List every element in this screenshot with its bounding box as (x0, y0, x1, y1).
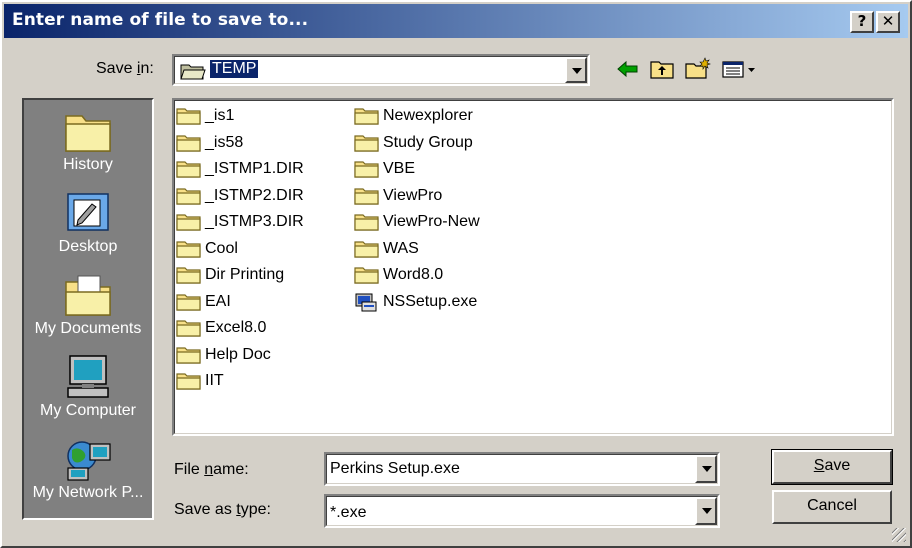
place-label: History (63, 156, 113, 173)
folder-icon (354, 214, 379, 231)
place-history[interactable]: History (24, 108, 152, 174)
folder-icon (176, 214, 201, 231)
save-as-type-dropdown[interactable]: *.exe (324, 494, 720, 528)
close-button[interactable]: ✕ (876, 11, 900, 33)
folder-item[interactable]: _ISTMP3.DIR (176, 210, 304, 234)
folder-icon (176, 293, 201, 311)
folder-item[interactable]: Help Doc (176, 343, 271, 367)
folder-item[interactable]: VBE (354, 157, 415, 181)
folder-label: VBE (383, 160, 416, 177)
folder-label: Excel8.0 (205, 319, 267, 336)
folder-icon (176, 373, 201, 390)
folder-item[interactable]: Study Group (354, 131, 473, 155)
place-label: My Documents (34, 320, 142, 337)
folder-item[interactable]: _is1 (176, 104, 234, 128)
title-bar[interactable]: Enter name of file to save to... ? ✕ (4, 4, 908, 38)
folder-item[interactable]: Cool (176, 237, 238, 261)
cancel-button[interactable]: Cancel (772, 490, 892, 524)
place-label: My Computer (39, 402, 137, 419)
folder-item[interactable]: ViewPro (354, 184, 442, 208)
place-desktop[interactable]: Desktop (24, 190, 152, 256)
place-label: My Network P... (32, 484, 144, 501)
save-in-label: Save in: (96, 60, 154, 77)
save-in-dropdown-arrow[interactable] (565, 57, 587, 83)
network-places-icon (67, 441, 111, 481)
folder-label: ViewPro (383, 186, 443, 204)
view-menu-icon[interactable] (720, 56, 764, 82)
folder-item[interactable]: IIT (176, 369, 224, 393)
folder-label: IIT (205, 372, 224, 389)
history-folder-icon (65, 115, 111, 152)
folder-icon (176, 267, 201, 284)
folder-icon (176, 320, 201, 337)
new-folder-icon[interactable] (684, 56, 712, 82)
folder-label: ViewPro-New (383, 213, 480, 230)
folder-label: Word8.0 (383, 266, 444, 283)
folder-item[interactable]: Excel8.0 (176, 316, 266, 340)
folder-item[interactable]: Word8.0 (354, 263, 443, 287)
folder-label: _ISTMP2.DIR (205, 186, 304, 204)
folder-label: Study Group (383, 133, 473, 151)
folder-icon (354, 108, 379, 125)
folder-label: _is1 (205, 107, 235, 124)
folder-item[interactable]: _is58 (176, 131, 243, 155)
file-label: NSSetup.exe (383, 293, 478, 310)
save-button[interactable]: Save (771, 449, 893, 485)
folder-label: _ISTMP3.DIR (205, 213, 304, 230)
file-name-dropdown-arrow[interactable] (695, 455, 717, 483)
back-arrow-icon[interactable] (614, 56, 642, 82)
my-documents-icon (65, 275, 111, 316)
folder-item[interactable]: ViewPro-New (354, 210, 480, 234)
folder-icon (176, 108, 201, 125)
folder-label: Newexplorer (383, 107, 473, 124)
place-label: Desktop (58, 238, 118, 255)
file-name-field[interactable]: Perkins Setup.exe (324, 452, 720, 486)
save-as-type-dropdown-arrow[interactable] (695, 497, 717, 525)
folder-label: _ISTMP1.DIR (205, 160, 304, 177)
folder-item[interactable]: WAS (354, 237, 419, 261)
folder-item[interactable]: EAI (176, 290, 231, 314)
save-as-type-value: *.exe (330, 504, 367, 521)
folder-icon (354, 161, 379, 178)
folder-item[interactable]: _ISTMP2.DIR (176, 184, 304, 208)
place-my-network[interactable]: My Network P... (24, 436, 152, 502)
up-one-level-icon[interactable] (648, 56, 676, 82)
folder-label: WAS (383, 239, 419, 257)
place-my-documents[interactable]: My Documents (24, 272, 152, 338)
folder-label: EAI (205, 292, 231, 310)
file-list[interactable]: _is1 _is58 _ISTMP1.DIR _ISTMP2.DIR _ISTMP3.D… (172, 98, 894, 436)
file-name-label: File name: (174, 461, 249, 478)
file-name-value[interactable]: Perkins Setup.exe (330, 460, 460, 478)
folder-label: Cool (205, 239, 238, 257)
folder-icon (354, 240, 379, 258)
folder-icon (176, 346, 201, 364)
folder-label: _is58 (205, 133, 244, 151)
save-in-dropdown[interactable]: TEMP (172, 54, 590, 86)
folder-open-icon (180, 64, 206, 80)
folder-icon (176, 161, 201, 178)
folder-label: Help Doc (205, 345, 271, 363)
folder-icon (354, 134, 379, 152)
folder-icon (176, 187, 201, 205)
folder-icon (354, 267, 379, 284)
folder-label: Dir Printing (205, 266, 285, 283)
my-computer-icon (67, 355, 109, 398)
desktop-icon (67, 193, 109, 231)
folder-icon (176, 134, 201, 152)
file-item-exe[interactable]: NSSetup.exe (354, 290, 477, 314)
places-bar: History Desktop My Documents My Computer… (22, 98, 154, 520)
help-button[interactable]: ? (850, 11, 874, 33)
save-as-type-label: Save as type: (174, 501, 271, 518)
resize-grip[interactable] (892, 528, 906, 542)
save-dialog: Enter name of file to save to... ? ✕ Sav… (0, 0, 912, 548)
place-my-computer[interactable]: My Computer (24, 354, 152, 420)
folder-item[interactable]: Newexplorer (354, 104, 473, 128)
folder-icon (354, 187, 379, 205)
folder-item[interactable]: Dir Printing (176, 263, 284, 287)
folder-icon (176, 240, 201, 258)
setup-exe-icon (355, 293, 377, 312)
folder-item[interactable]: _ISTMP1.DIR (176, 157, 304, 181)
save-in-value: TEMP (210, 60, 259, 78)
window-title: Enter name of file to save to... (12, 10, 309, 30)
